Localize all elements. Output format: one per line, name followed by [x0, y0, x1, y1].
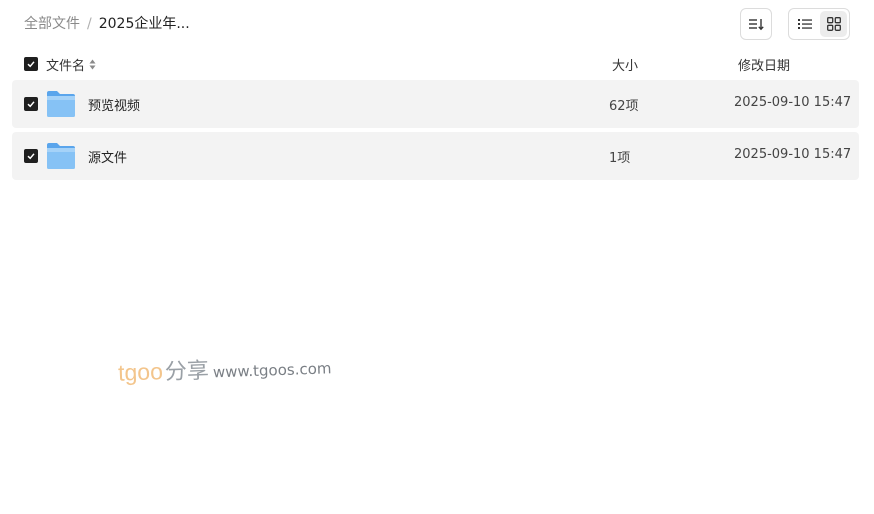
watermark: tgoo 分享 www.tgoos.com	[118, 348, 332, 387]
sort-button[interactable]	[740, 8, 772, 40]
breadcrumb-separator: /	[87, 16, 92, 32]
file-browser: 全部文件 / 2025企业年... 文件名 大小 修改日期 预览视频 62项 2…	[0, 0, 874, 514]
file-size: 1项	[609, 151, 631, 166]
breadcrumb-root-link[interactable]: 全部文件	[24, 14, 80, 34]
list-view-button[interactable]	[791, 11, 818, 37]
breadcrumb-current: 2025企业年...	[98, 16, 190, 32]
name-header-label: 文件名	[46, 59, 86, 74]
watermark-brand: tgoo	[117, 358, 164, 386]
list-view-icon	[797, 19, 812, 29]
date-column-header[interactable]: 修改日期	[738, 55, 790, 74]
row-checkbox[interactable]	[24, 149, 38, 163]
size-column-header[interactable]: 大小	[612, 55, 638, 74]
table-header: 文件名 大小 修改日期	[12, 52, 859, 76]
table-row[interactable]: 预览视频 62项 2025-09-10 15:47	[12, 80, 859, 128]
file-date: 2025-09-10 15:47	[734, 95, 852, 110]
watermark-cn: 分享	[164, 358, 210, 386]
watermark-url: www.tgoos.com	[212, 359, 332, 382]
table-row[interactable]: 源文件 1项 2025-09-10 15:47	[12, 132, 859, 180]
name-column-header[interactable]: 文件名	[46, 55, 96, 74]
check-icon	[27, 101, 35, 108]
view-toggle	[788, 8, 850, 40]
row-checkbox[interactable]	[24, 97, 38, 111]
sort-list-icon	[749, 19, 764, 31]
sort-caret-icon	[89, 59, 96, 70]
check-icon	[27, 153, 35, 160]
grid-view-button[interactable]	[820, 11, 847, 37]
file-date: 2025-09-10 15:47	[734, 147, 852, 162]
breadcrumb: 全部文件 / 2025企业年...	[24, 14, 190, 34]
select-all-checkbox[interactable]	[24, 57, 38, 71]
file-size: 62项	[609, 99, 639, 114]
folder-icon	[47, 143, 75, 169]
grid-view-icon	[826, 17, 841, 31]
folder-icon	[47, 91, 75, 117]
file-name[interactable]: 预览视频	[88, 95, 140, 114]
file-name[interactable]: 源文件	[88, 147, 127, 166]
check-icon	[27, 61, 35, 68]
